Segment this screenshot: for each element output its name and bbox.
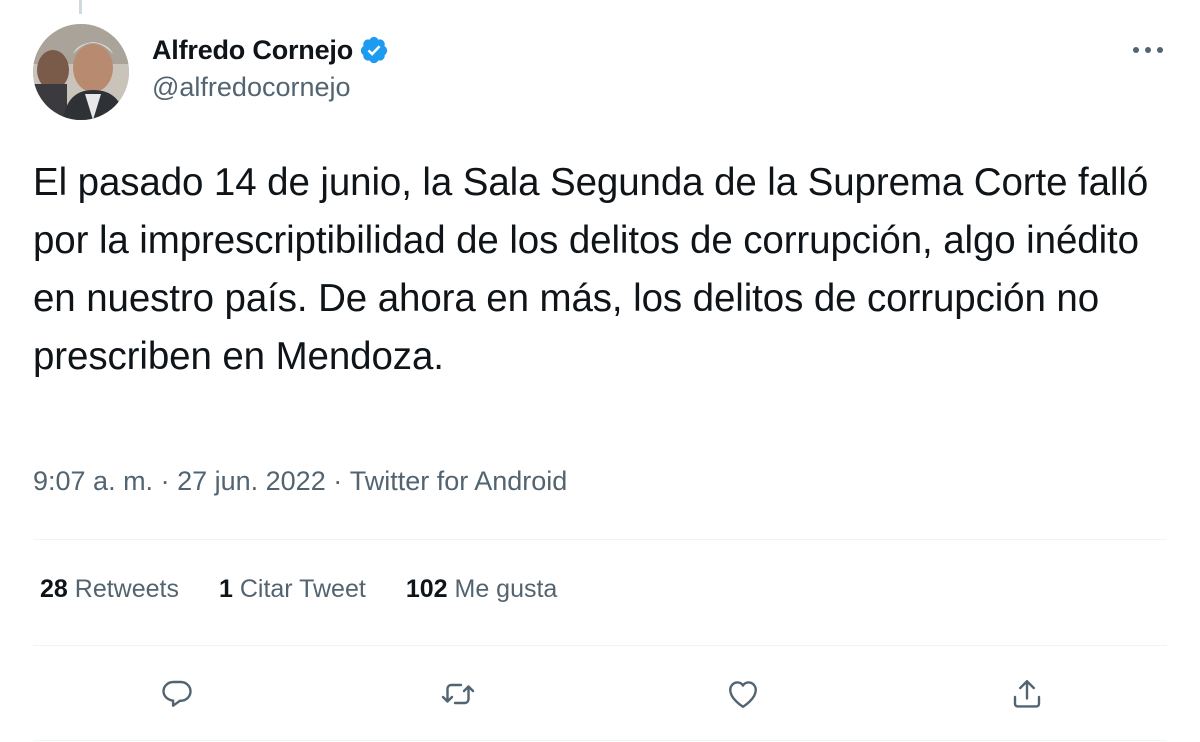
meta-separator: · [325,466,350,496]
more-dots-icon [1133,47,1163,53]
action-bar [0,668,1200,720]
more-options-button[interactable] [1130,38,1166,62]
meta-separator: · [153,466,178,496]
retweet-icon [441,683,475,705]
tweet-time[interactable]: 9:07 a. m. [33,466,153,497]
divider [33,539,1167,540]
verified-badge-icon [359,35,389,65]
name-row: Alfredo Cornejo [152,32,389,68]
retweets-label: Retweets [67,575,179,603]
tweet-text: El pasado 14 de junio, la Sala Segunda d… [33,161,1149,378]
likes-label: Me gusta [447,575,558,603]
reply-icon [162,680,192,707]
quotes-count: 1 [218,575,233,603]
thread-connector-line [79,0,82,14]
user-handle[interactable]: @alfredocornejo [152,72,389,103]
likes-count: 102 [405,575,448,603]
reply-button[interactable] [153,668,201,720]
retweets-count: 28 [40,575,68,603]
tweet-stats: 28 Retweets 1 Citar Tweet 102 Me gusta [40,575,557,604]
retweets-stat[interactable]: 28 Retweets [40,575,179,604]
tweet-metadata: 9:07 a. m. · 27 jun. 2022 · Twitter for … [33,466,567,497]
display-name[interactable]: Alfredo Cornejo [152,35,353,66]
user-info: Alfredo Cornejo @alfredocornejo [152,32,389,103]
share-button[interactable] [1003,668,1051,720]
tweet-date[interactable]: 27 jun. 2022 [177,466,326,497]
likes-stat[interactable]: 102 Me gusta [406,575,558,604]
divider [33,645,1167,646]
like-button[interactable] [719,668,767,720]
retweet-button[interactable] [434,668,482,720]
share-icon [1013,680,1041,708]
quotes-label: Citar Tweet [232,575,366,603]
avatar[interactable] [33,24,129,120]
avatar-photo [33,24,129,120]
divider [33,740,1167,741]
like-icon [729,681,757,708]
tweet-source[interactable]: Twitter for Android [350,466,568,497]
quotes-stat[interactable]: 1 Citar Tweet [219,575,366,604]
